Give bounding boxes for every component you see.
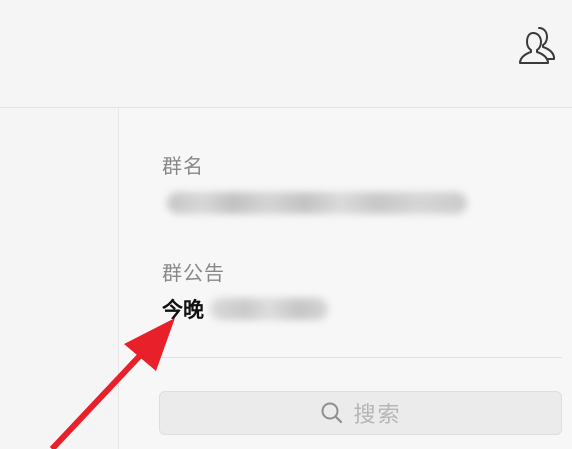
group-members-button[interactable] (518, 22, 562, 66)
group-notice-redacted (210, 298, 328, 320)
group-info-panel: 群名 群公告 今晚 搜索 (119, 108, 572, 449)
chat-window: 群名 群公告 今晚 搜索 (0, 0, 572, 449)
group-notice-value[interactable]: 今晚 (162, 296, 328, 322)
group-notice-text: 今晚 (162, 298, 204, 322)
search-placeholder: 搜索 (353, 403, 402, 428)
top-bar (0, 0, 572, 108)
group-members-icon (519, 27, 555, 64)
group-notice-label: 群公告 (162, 261, 225, 285)
search-icon (321, 402, 343, 424)
group-name-value-redacted (167, 192, 467, 214)
group-name-label: 群名 (162, 154, 204, 178)
search-input[interactable]: 搜索 (159, 391, 562, 435)
divider (162, 357, 562, 358)
chat-message-pane (0, 108, 119, 449)
